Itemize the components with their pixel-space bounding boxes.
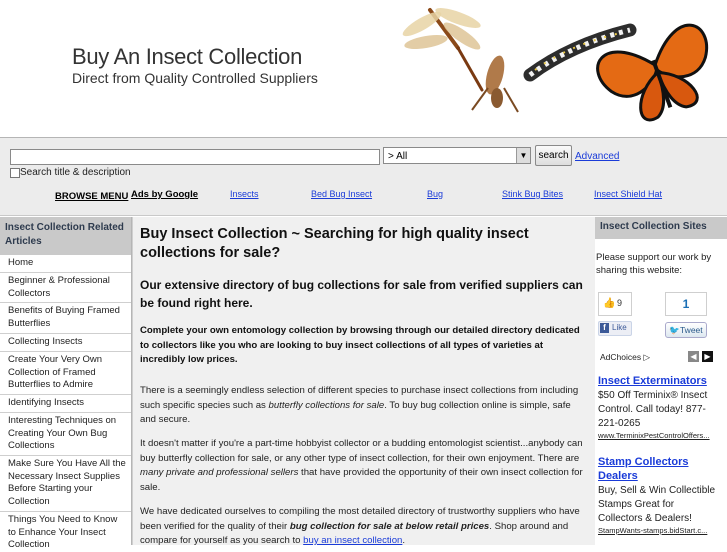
chevron-down-icon[interactable]: ▼ <box>516 148 530 163</box>
tweet-label: Tweet <box>679 325 703 335</box>
ad-link-bug[interactable]: Bug <box>427 189 443 199</box>
tweet-button[interactable]: 🐦Tweet <box>665 322 707 338</box>
search-description-checkbox[interactable] <box>10 168 20 178</box>
facebook-count: 9 <box>617 298 623 308</box>
tweet-count: 1 <box>665 292 707 316</box>
category-select[interactable]: > All ▼ <box>383 147 531 164</box>
page-title: Buy Insect Collection ~ Searching for hi… <box>140 226 529 261</box>
buy-insect-collection-link[interactable]: buy an insect collection <box>303 535 402 546</box>
ad-title-insect-exterminators[interactable]: Insect Exterminators <box>598 375 707 387</box>
facebook-like-label: Like <box>612 323 627 332</box>
page-subheading: Our extensive directory of bug collectio… <box>140 278 583 310</box>
adchoices-icon: ▷ <box>643 352 651 362</box>
sidebar-item-label: Collecting Insects <box>8 336 83 347</box>
sidebar-item-label: Home <box>8 257 34 268</box>
category-select-value: > All <box>388 151 408 162</box>
paragraph-2: It doesn't matter if you're a part-time … <box>140 437 585 495</box>
paragraph-text: It doesn't matter if you're a part-time … <box>140 438 583 464</box>
ad-prev-icon[interactable]: ◀ <box>688 351 699 362</box>
sidebar-item-label: Identifying Insects <box>8 397 85 408</box>
sidebar-item-label: Interesting Techniques on Creating Your … <box>8 415 117 451</box>
paragraph-emphasis: many private and professional sellers <box>140 467 299 478</box>
sidebar-item-insect-supplies[interactable]: Make Sure You Have All the Necessary Ins… <box>0 456 131 512</box>
sidebar-item-create-collection[interactable]: Create Your Very Own Collection of Frame… <box>0 352 131 395</box>
paragraph-1: There is a seemingly endless selection o… <box>140 384 585 428</box>
facebook-icon: f <box>600 323 609 333</box>
site-title[interactable]: Buy An Insect Collection <box>72 44 302 70</box>
sidebar-item-home[interactable]: Home <box>0 255 131 273</box>
ad-text: Buy, Sell & Win Collectible Stamps Great… <box>598 485 716 524</box>
right-sidebar-heading-text: Insect Collection Sites <box>600 221 707 232</box>
paragraph-emphasis: butterfly collections for sale <box>268 399 385 411</box>
adchoices-text: AdChoices <box>600 352 642 362</box>
site-subtitle: Direct from Quality Controlled Suppliers <box>72 70 318 86</box>
sidebar-item-framed-butterflies[interactable]: Benefits of Buying Framed Butterflies <box>0 303 131 334</box>
paragraph-emphasis: bug collection for sale at below retail … <box>289 520 490 532</box>
sidebar-item-label: Beginner & Professional Collectors <box>8 275 110 299</box>
ad-link-insect-shield-hat[interactable]: Insect Shield Hat <box>594 189 662 199</box>
site-header: Buy An Insect Collection Direct from Qua… <box>0 0 727 138</box>
main-content <box>132 217 596 545</box>
support-text: Please support our work by sharing this … <box>596 252 712 276</box>
search-button[interactable]: search <box>535 145 572 166</box>
ad-title-stamp-collectors[interactable]: Stamp Collectors Dealers <box>598 455 718 483</box>
sidebar-item-collecting-insects[interactable]: Collecting Insects <box>0 334 131 352</box>
ad-url[interactable]: StampWants-stamps.bidStart.c... <box>598 526 713 535</box>
right-sidebar-heading: Insect Collection Sites <box>595 217 727 239</box>
sidebar-item-interesting-techniques[interactable]: Interesting Techniques on Creating Your … <box>0 413 131 456</box>
facebook-like-button[interactable]: f Like <box>598 321 632 336</box>
twitter-bird-icon: 🐦 <box>669 325 680 335</box>
search-input[interactable] <box>10 149 380 165</box>
ad-link-insects[interactable]: Insects <box>230 189 259 199</box>
sidebar-item-things-to-know[interactable]: Things You Need to Know to Enhance Your … <box>0 512 131 552</box>
ads-by-google-link[interactable]: Ads by Google <box>131 189 198 200</box>
dragonfly-image <box>402 8 484 92</box>
sidebar-heading: Insect Collection Related Articles <box>0 217 131 255</box>
adchoices-label[interactable]: AdChoices ▷ <box>600 352 650 363</box>
lead-paragraph: Complete your own entomology collection … <box>140 325 580 365</box>
paragraph-text: . <box>402 535 406 546</box>
insect-illustrations <box>402 8 709 122</box>
ad-url[interactable]: www.TerminixPestControlOffers... <box>598 431 713 440</box>
sidebar-item-label: Things You Need to Know to Enhance Your … <box>8 514 118 550</box>
sidebar-heading-text: Insect Collection Related Articles <box>5 222 124 247</box>
browse-menu-link[interactable]: BROWSE MENU <box>55 191 128 202</box>
paragraph-3: We have dedicated ourselves to compiling… <box>140 505 585 549</box>
ad-text: $50 Off Terminix® Insect Control. Call t… <box>598 390 708 429</box>
search-description-label: Search title & description <box>20 167 131 178</box>
sidebar-item-label: Create Your Very Own Collection of Frame… <box>8 354 102 390</box>
thumbs-up-icon: 👍 <box>603 298 616 309</box>
sidebar-item-beginner-professional[interactable]: Beginner & Professional Collectors <box>0 273 131 303</box>
sidebar-item-identifying-insects[interactable]: Identifying Insects <box>0 395 131 413</box>
advanced-search-link[interactable]: Advanced <box>575 151 619 162</box>
sidebar-item-label: Make Sure You Have All the Necessary Ins… <box>8 458 126 507</box>
ad-link-bed-bug-insect[interactable]: Bed Bug Insect <box>311 189 372 199</box>
sidebar-item-label: Benefits of Buying Framed Butterflies <box>8 305 120 329</box>
ad-link-stink-bug-bites[interactable]: Stink Bug Bites <box>502 189 563 199</box>
ad-next-icon[interactable]: ▶ <box>702 351 713 362</box>
facebook-count-box: 👍 9 <box>598 292 632 316</box>
